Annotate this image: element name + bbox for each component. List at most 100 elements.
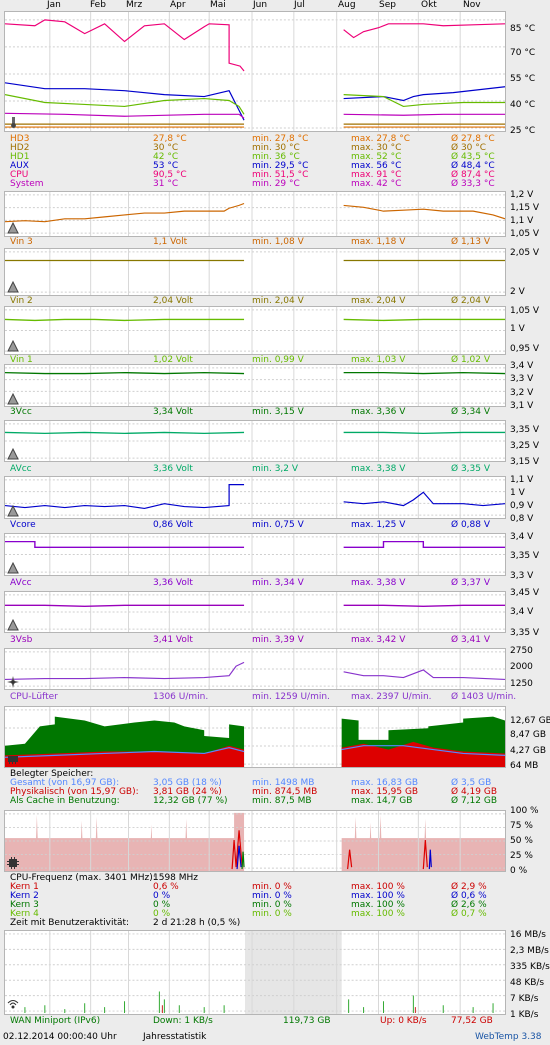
cpu-icon [7, 857, 19, 869]
sensor-name: 3Vcc [10, 407, 32, 417]
sensor-current: 3,36 Volt [153, 464, 193, 474]
vcore-graph [4, 476, 506, 519]
activity-label: Zeit mit Benutzeraktivität: [10, 918, 130, 928]
system-temp-line [5, 112, 245, 119]
y-tick: 7 KB/s [510, 994, 539, 1004]
sensor-avg: Ø 2,04 V [451, 296, 491, 306]
3vsb-graph [4, 591, 506, 633]
vcore-legend: Vcore 0,86 Volt min. 0,75 V max. 1,25 V … [10, 520, 505, 530]
vin2-plot [5, 249, 505, 295]
vcore-plot [5, 477, 505, 518]
voltage-icon [7, 280, 19, 293]
y-tick: 0 % [510, 866, 528, 876]
y-tick: 3,35 V [510, 425, 540, 435]
aux-temp-line-2 [343, 86, 505, 102]
y-tick: 3,4 V [510, 361, 534, 371]
sensor-min: min. 1,08 V [252, 237, 304, 247]
month-label: Apr [170, 0, 186, 10]
voltage-icon [7, 447, 19, 460]
vin2-legend: Vin 2 2,04 Volt min. 2,04 V max. 2,04 V … [10, 296, 505, 306]
sensor-max: max. 2397 U/min. [351, 692, 432, 702]
mem-min: min. 87,5 MB [252, 796, 312, 806]
sensor-current: 3,34 Volt [153, 407, 193, 417]
temperature-graph [4, 11, 506, 132]
activity-value: 2 d 21:28 h (0,5 %) [153, 918, 241, 928]
voltage-icon [7, 561, 19, 574]
y-tick: 2000 [510, 662, 533, 672]
sensor-min: min. 3,34 V [252, 578, 304, 588]
sensor-current: 0,86 Volt [153, 520, 193, 530]
month-label: Jan [47, 0, 61, 10]
download-total: 119,73 GB [283, 1016, 331, 1026]
download-rate: Down: 1 KB/s [153, 1016, 213, 1026]
network-icon [7, 999, 19, 1011]
sensor-avg: Ø 1403 U/min. [451, 692, 517, 702]
y-tick: 25 % [510, 851, 533, 861]
legend-row: Als Cache in Benutzung: 12,32 GB (77 %) … [10, 796, 505, 806]
3vsb-legend: 3Vsb 3,41 Volt min. 3,39 V max. 3,42 V Ø… [10, 635, 505, 645]
sensor-avg: Ø 0,88 V [451, 520, 491, 530]
vin2-graph [4, 248, 506, 296]
activity-row: Zeit mit Benutzeraktivität: 2 d 21:28 h … [10, 918, 505, 928]
avcc2-legend: AVcc 3,36 Volt min. 3,34 V max. 3,38 V Ø… [10, 578, 505, 588]
sensor-min: min. 1259 U/min. [252, 692, 330, 702]
month-label: Mai [210, 0, 226, 10]
sensor-avg: Ø 33,3 °C [451, 179, 495, 189]
status-bar: 02.12.2014 00:00:40 Uhr Jahresstatistik … [0, 1030, 550, 1045]
network-graph [4, 930, 506, 1015]
sensor-avg: Ø 1,13 V [451, 237, 491, 247]
y-tick: 8,47 GB [510, 730, 547, 740]
month-label: Jun [253, 0, 268, 10]
mem-avg: Ø 7,12 GB [451, 796, 497, 806]
sensor-min: min. 0,75 V [252, 520, 304, 530]
y-tick: 2750 [510, 646, 533, 656]
sensor-current: 3,41 Volt [153, 635, 193, 645]
y-tick: 16 MB/s [510, 930, 546, 940]
y-tick: 1250 [510, 679, 533, 689]
y-tick: 0,8 V [510, 514, 534, 524]
y-tick: 50 % [510, 836, 533, 846]
month-label: Okt [421, 0, 437, 10]
mem-current: 12,32 GB (77 %) [153, 796, 228, 806]
sensor-current: 1306 U/min. [153, 692, 209, 702]
cpu-load-plot [5, 811, 505, 871]
month-label: Jul [294, 0, 305, 10]
3vsb-plot [5, 592, 505, 632]
avcc-legend: AVcc 3,36 Volt min. 3,2 V max. 3,38 V Ø … [10, 464, 505, 474]
month-label: Nov [463, 0, 481, 10]
vin1-plot [5, 307, 505, 354]
y-tick: 3,2 V [510, 388, 534, 398]
cpu-temp-line-2 [343, 23, 505, 39]
memory-icon [7, 753, 19, 765]
sensor-name: 3Vsb [10, 635, 33, 645]
upload-total: 77,52 GB [451, 1016, 493, 1026]
sensor-current: 31 °C [153, 179, 179, 189]
vin3-graph [4, 191, 506, 237]
month-label: Sep [379, 0, 396, 10]
sensor-max: max. 2,04 V [351, 296, 406, 306]
avcc2-plot [5, 534, 505, 575]
mem-max: max. 14,7 GB [351, 796, 413, 806]
memory-graph [4, 706, 506, 768]
y-tick: 1,05 V [510, 229, 540, 239]
sensor-max: max. 3,38 V [351, 464, 406, 474]
fan-graph [4, 648, 506, 690]
vin3-legend: Vin 3 1,1 Volt min. 1,08 V max. 1,18 V Ø… [10, 237, 505, 247]
temperature-plot [5, 12, 505, 131]
y-tick: 1,1 V [510, 216, 534, 226]
y-tick: 55 °C [510, 74, 536, 84]
sensor-max: max. 1,25 V [351, 520, 406, 530]
y-tick: 3,45 V [510, 588, 540, 598]
y-tick: 70 °C [510, 48, 536, 58]
y-tick: 48 KB/s [510, 978, 545, 988]
sensor-min: min. 2,04 V [252, 296, 304, 306]
y-tick: 0,95 V [510, 344, 540, 354]
y-tick: 1,2 V [510, 190, 534, 200]
timestamp: 02.12.2014 00:00:40 Uhr [3, 1032, 117, 1042]
webtemp-link[interactable]: WebTemp 3.38 [475, 1030, 542, 1045]
hd1-temp-line [5, 94, 245, 115]
y-tick: 3,4 V [510, 532, 534, 542]
sensor-current: 2,04 Volt [153, 296, 193, 306]
y-tick: 1,15 V [510, 203, 540, 213]
voltage-icon [7, 618, 19, 631]
